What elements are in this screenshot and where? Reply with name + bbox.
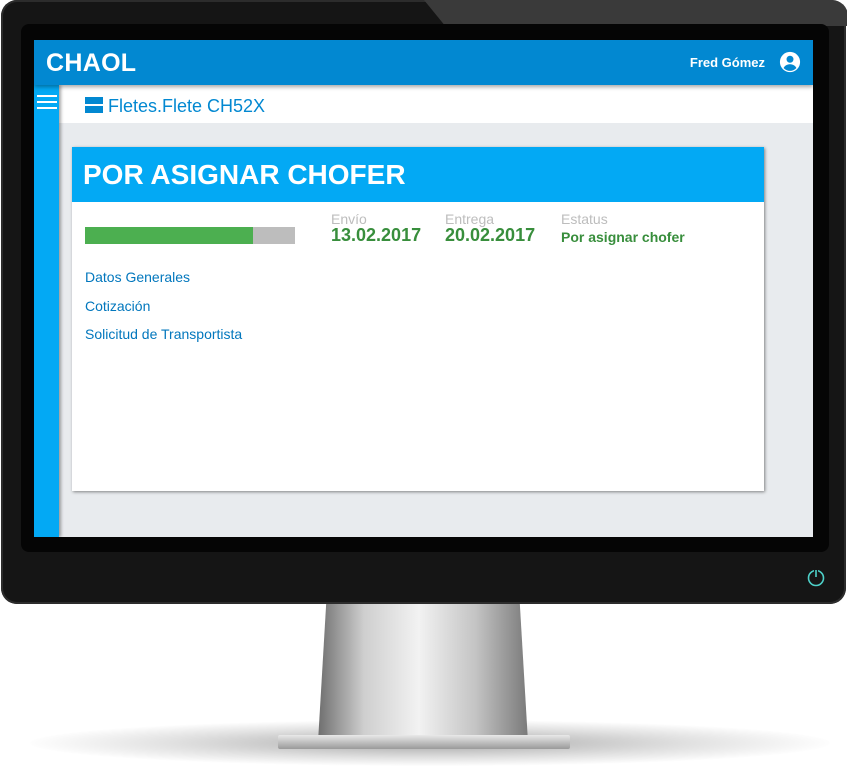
breadcrumb[interactable]: Fletes.Flete CH52X <box>108 96 265 117</box>
sidebar <box>34 85 59 537</box>
monitor-stand-base <box>278 735 570 749</box>
estatus-value: Por asignar chofer <box>561 229 685 245</box>
entrega-field: Entrega 20.02.2017 <box>445 211 535 246</box>
shipment-card: POR ASIGNAR CHOFER Envío 13.02.2017 Entr… <box>72 147 764 491</box>
breadcrumb-bar: Fletes.Flete CH52X <box>59 85 813 123</box>
progress-bar-fill <box>85 227 253 244</box>
envio-value: 13.02.2017 <box>331 225 422 245</box>
link-datos-generales[interactable]: Datos Generales <box>85 269 242 298</box>
user-name[interactable]: Fred Gómez <box>690 55 765 70</box>
card-links: Datos Generales Cotización Solicitud de … <box>85 269 242 355</box>
link-cotizacion[interactable]: Cotización <box>85 298 242 327</box>
app-screen: CHAOL Fred Gómez Fletes.Flete CH52X POR … <box>34 40 813 537</box>
entrega-value: 20.02.2017 <box>445 225 536 245</box>
envio-field: Envío 13.02.2017 <box>331 211 421 246</box>
monitor-stand-neck <box>318 600 528 742</box>
hamburger-menu-icon[interactable] <box>37 95 57 109</box>
app-bar: CHAOL Fred Gómez <box>34 40 813 85</box>
card-title: POR ASIGNAR CHOFER <box>83 159 406 190</box>
link-solicitud-transportista[interactable]: Solicitud de Transportista <box>85 326 242 355</box>
power-icon[interactable] <box>806 567 826 587</box>
list-view-icon <box>85 97 103 113</box>
card-header: POR ASIGNAR CHOFER <box>72 147 764 202</box>
progress-bar <box>85 227 295 244</box>
account-circle-icon[interactable] <box>779 51 801 73</box>
app-title: CHAOL <box>46 49 137 77</box>
estatus-label: Estatus <box>561 211 608 227</box>
estatus-field: Estatus Por asignar chofer <box>561 211 685 245</box>
monitor-bezel-gloss <box>424 0 847 26</box>
